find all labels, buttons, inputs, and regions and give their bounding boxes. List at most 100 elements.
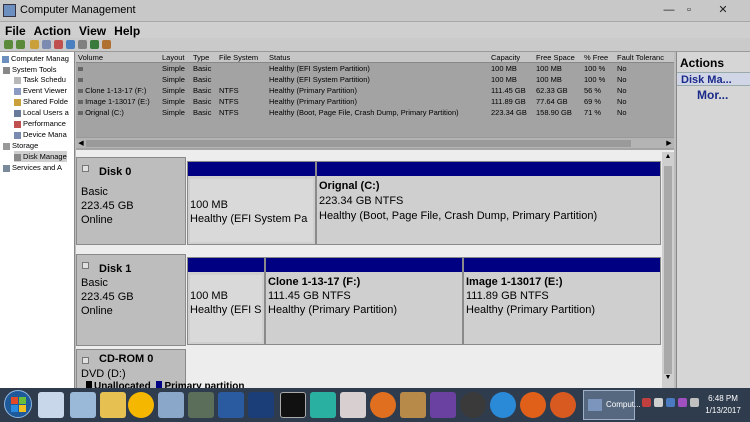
device-manager-icon [14, 131, 21, 139]
refresh-icon[interactable] [90, 40, 99, 49]
media-player-icon[interactable] [370, 392, 396, 418]
tray-volume-icon[interactable] [690, 398, 699, 407]
scroll-down-icon[interactable]: ▼ [662, 374, 674, 381]
actions-section-disk-management[interactable]: Disk Ma... [677, 72, 750, 86]
actions-pane: Actions Disk Ma... Mor... [676, 52, 750, 388]
disk-1-efi-partition[interactable]: 100 MB Healthy (EFI S [187, 257, 265, 345]
internet-explorer-icon[interactable] [490, 392, 516, 418]
up-folder-icon[interactable] [30, 40, 39, 49]
powershell-ise-icon[interactable] [248, 392, 274, 418]
computer-management-icon [3, 4, 16, 17]
disk-1-e-partition[interactable]: Image 1-13017 (E:) 111.89 GB NTFS Health… [463, 257, 661, 345]
menu-file[interactable]: File [2, 23, 29, 39]
volume-list-horizontal-scrollbar[interactable]: ◀ ▶ [76, 137, 674, 148]
table-row[interactable]: Simple Basic Healthy (EFI System Partiti… [76, 74, 674, 85]
storage-icon [3, 142, 10, 150]
cpu-z-icon[interactable] [430, 392, 456, 418]
column-status[interactable]: Status [269, 52, 489, 63]
explorer-folder-icon[interactable] [100, 392, 126, 418]
column-capacity[interactable]: Capacity [491, 52, 535, 63]
tray-antivirus-icon[interactable] [642, 398, 651, 407]
scroll-left-icon[interactable]: ◀ [76, 138, 86, 149]
tree-item-computer-management[interactable]: Computer Manag [2, 53, 69, 64]
table-row[interactable]: Clone 1-13-17 (F:) Simple Basic NTFS Hea… [76, 85, 674, 96]
table-row[interactable]: Orignal (C:) Simple Basic NTFS Healthy (… [76, 107, 674, 118]
firefox-icon[interactable] [520, 392, 546, 418]
tray-show-hidden-icon[interactable] [654, 398, 663, 407]
firefox-developer-icon[interactable] [550, 392, 576, 418]
taskbar-computer-management[interactable]: Comput... [583, 390, 641, 420]
minimize-button[interactable]: — [658, 2, 680, 19]
column-layout[interactable]: Layout [162, 52, 192, 63]
actions-header: Actions [680, 56, 725, 70]
start-button[interactable] [4, 390, 32, 418]
delete-icon[interactable] [54, 40, 63, 49]
paint-icon[interactable] [400, 392, 426, 418]
network-icon[interactable] [310, 392, 336, 418]
primary-partition-bar [266, 258, 462, 272]
maximize-button[interactable]: ▫ [678, 2, 700, 19]
title-bar[interactable]: Computer Management — ▫ ✕ [0, 0, 750, 22]
column-type[interactable]: Type [193, 52, 218, 63]
scrollbar-thumb[interactable] [86, 140, 631, 147]
scroll-up-icon[interactable]: ▲ [662, 153, 674, 160]
menu-help[interactable]: Help [111, 23, 143, 39]
column-volume[interactable]: Volume [78, 52, 162, 63]
folder-icon [14, 98, 21, 106]
tree-item-disk-management[interactable]: Disk Manage [14, 151, 67, 162]
primary-partition-bar [188, 258, 264, 272]
close-button[interactable]: ✕ [700, 2, 746, 19]
taskbar: Comput... 6:48 PM 1/13/2017 [0, 388, 750, 422]
scrollbar-thumb[interactable] [664, 166, 672, 374]
tree-item-storage[interactable]: Storage [3, 140, 38, 151]
disk-icon [82, 165, 89, 172]
system-clock[interactable]: 6:48 PM 1/13/2017 [700, 393, 746, 417]
scroll-right-icon[interactable]: ▶ [664, 138, 674, 149]
powershell-icon[interactable] [218, 392, 244, 418]
tree-item-performance[interactable]: Performance [14, 118, 66, 129]
column-free-space[interactable]: Free Space [536, 52, 582, 63]
command-prompt-icon[interactable] [280, 392, 306, 418]
export-icon[interactable] [102, 40, 111, 49]
disk-icon [14, 153, 21, 161]
tree-item-task-scheduler[interactable]: Task Schedu [14, 74, 66, 85]
navigation-tree: Computer Manag System Tools Task Schedu … [0, 52, 75, 388]
disk-view-vertical-scrollbar[interactable]: ▲ ▼ [662, 152, 674, 388]
norton-icon[interactable] [128, 392, 154, 418]
libraries-icon[interactable] [38, 392, 64, 418]
disk-0-efi-partition[interactable]: 100 MB Healthy (EFI System Pa [187, 161, 316, 245]
disk-0-label[interactable]: Disk 0 Basic 223.45 GB Online [76, 157, 186, 245]
tree-item-event-viewer[interactable]: Event Viewer [14, 85, 67, 96]
console-icon[interactable] [78, 40, 87, 49]
remote-desktop-icon[interactable] [158, 392, 184, 418]
task-manager-icon[interactable] [188, 392, 214, 418]
properties-icon[interactable] [42, 40, 51, 49]
tree-item-services-applications[interactable]: Services and A [3, 162, 62, 173]
column-percent-free[interactable]: % Free [584, 52, 616, 63]
more-actions-link[interactable]: Mor... [697, 88, 728, 102]
tree-item-local-users[interactable]: Local Users a [14, 107, 69, 118]
disk-1-label[interactable]: Disk 1 Basic 223.45 GB Online [76, 254, 186, 346]
volume-list: Volume Layout Type File System Status Ca… [76, 52, 674, 150]
tray-network-icon[interactable] [666, 398, 675, 407]
column-file-system[interactable]: File System [219, 52, 267, 63]
snipping-tool-icon[interactable] [340, 392, 366, 418]
table-row[interactable]: Simple Basic Healthy (EFI System Partiti… [76, 63, 674, 74]
tree-item-device-manager[interactable]: Device Mana [14, 129, 67, 140]
help-icon[interactable] [66, 40, 75, 49]
forward-icon[interactable] [16, 40, 25, 49]
tree-item-shared-folders[interactable]: Shared Folde [14, 96, 68, 107]
menu-view[interactable]: View [76, 23, 109, 39]
disk-graphical-view: Disk 0 Basic 223.45 GB Online 100 MB Hea… [76, 150, 674, 388]
back-icon[interactable] [4, 40, 13, 49]
tray-mail-icon[interactable] [678, 398, 687, 407]
disk-0-c-partition[interactable]: Orignal (C:) 223.34 GB NTFS Healthy (Boo… [316, 161, 661, 245]
volume-icon [78, 111, 83, 116]
satellite-icon[interactable] [460, 392, 486, 418]
disk-1-f-partition[interactable]: Clone 1-13-17 (F:) 111.45 GB NTFS Health… [265, 257, 463, 345]
menu-action[interactable]: Action [31, 23, 74, 39]
column-fault-tolerance[interactable]: Fault Toleranc [617, 52, 674, 63]
table-row[interactable]: Image 1-13017 (E:) Simple Basic NTFS Hea… [76, 96, 674, 107]
volume-icon [78, 78, 83, 83]
word-icon[interactable] [70, 392, 96, 418]
